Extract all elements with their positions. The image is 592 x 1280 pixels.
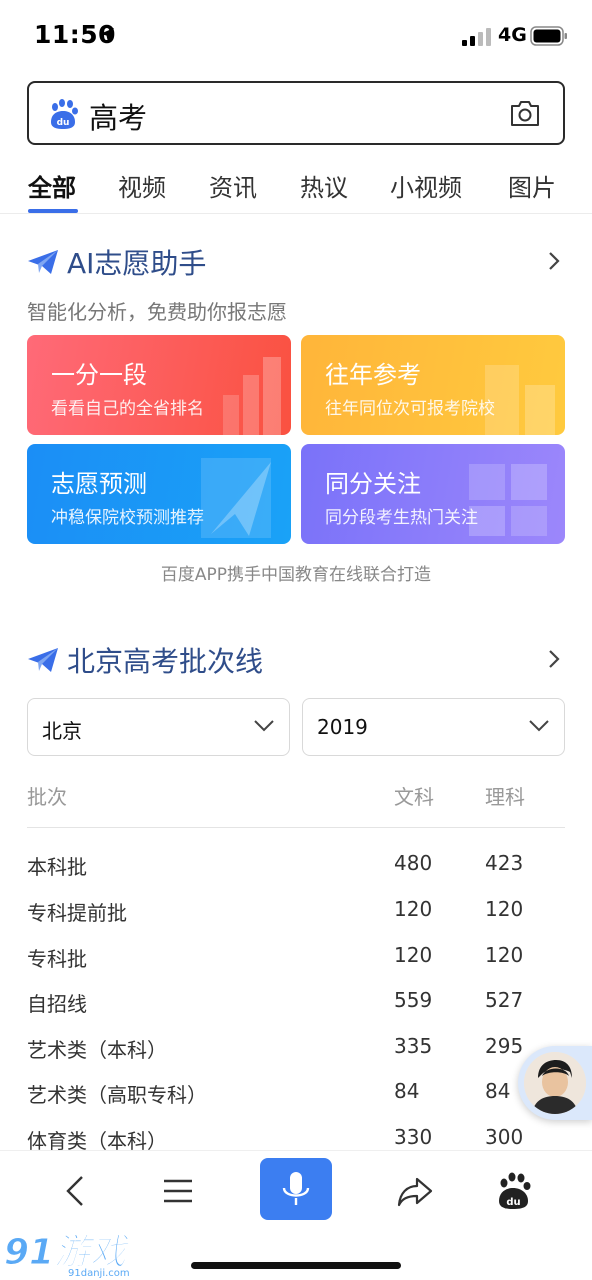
table-row: 艺术类（高职专科） 84 84 — [0, 1079, 592, 1109]
region-select-value: 北京 — [42, 719, 82, 743]
row-batch: 专科提前批 — [27, 901, 127, 925]
card-title: 同分关注 — [325, 470, 421, 498]
chevron-right-icon — [549, 252, 560, 270]
header-like: 理科 — [485, 785, 525, 809]
row-like: 527 — [485, 988, 524, 1012]
search-tabs: 全部 视频 资讯 热议 小视频 图片 — [0, 164, 592, 214]
signal-icon — [462, 28, 491, 46]
region-select[interactable]: 北京 — [27, 698, 290, 756]
credit-text: 百度APP携手中国教育在线联合打造 — [160, 565, 432, 585]
svg-text:du: du — [57, 118, 70, 128]
card-subtitle: 往年同位次可报考院校 — [325, 399, 495, 419]
paper-plane-icon — [28, 250, 58, 274]
row-like: 300 — [485, 1125, 524, 1149]
batch-lines-title: 北京高考批次线 — [67, 645, 264, 678]
row-batch: 艺术类（高职专科） — [27, 1083, 207, 1107]
location-arrow-icon — [100, 28, 114, 42]
table-row: 自招线 559 527 — [0, 988, 592, 1018]
row-like: 120 — [485, 897, 524, 921]
row-batch: 本科批 — [27, 855, 87, 879]
avatar — [524, 1052, 586, 1114]
row-like: 84 — [485, 1079, 511, 1103]
grid-icon — [469, 464, 547, 536]
card-score-rank[interactable]: 一分一段 看看自己的全省排名 — [27, 335, 291, 435]
header-wenke: 文科 — [394, 785, 434, 809]
bar-chart-icon — [223, 357, 281, 435]
row-like: 423 — [485, 851, 524, 875]
search-box[interactable]: du 高考 — [27, 81, 565, 145]
table-header: 批次 文科 理科 — [0, 781, 592, 809]
watermark-logo: 91游戏 91danji.com — [4, 1232, 131, 1280]
card-title: 志愿预测 — [51, 470, 147, 498]
home-indicator — [191, 1262, 401, 1269]
card-subtitle: 看看自己的全省排名 — [51, 399, 204, 419]
year-select[interactable]: 2019 — [302, 698, 565, 756]
row-batch: 艺术类（本科） — [27, 1038, 167, 1062]
tab-short-video[interactable]: 小视频 — [390, 168, 462, 203]
tab-news[interactable]: 资讯 — [209, 168, 257, 203]
row-wenke: 559 — [394, 988, 433, 1012]
table-row: 本科批 480 423 — [0, 851, 592, 881]
assistant-subtitle: 智能化分析，免费助你报志愿 — [27, 300, 287, 324]
batch-lines-header[interactable]: 北京高考批次线 — [27, 640, 567, 680]
tab-discussion[interactable]: 热议 — [300, 168, 348, 203]
baidu-logo-icon: du — [51, 99, 78, 129]
year-select-value: 2019 — [317, 715, 368, 739]
table-row: 专科批 120 120 — [0, 943, 592, 973]
tab-all[interactable]: 全部 — [28, 168, 76, 203]
battery-icon — [530, 26, 567, 46]
tab-images[interactable]: 图片 — [508, 168, 556, 203]
watermark-site: 91danji.com — [68, 1268, 130, 1279]
tab-video[interactable]: 视频 — [118, 168, 166, 203]
card-past-reference[interactable]: 往年参考 往年同位次可报考院校 — [301, 335, 565, 435]
row-batch: 自招线 — [27, 992, 87, 1016]
table-divider — [27, 827, 565, 828]
card-subtitle: 同分段考生热门关注 — [325, 508, 478, 528]
floating-assistant-avatar[interactable] — [518, 1046, 592, 1120]
chevron-down-icon — [529, 720, 549, 732]
status-bar: 11:50 4G — [0, 0, 592, 72]
row-wenke: 330 — [394, 1125, 433, 1149]
row-like: 120 — [485, 943, 524, 967]
assistant-header[interactable]: AI志愿助手 — [27, 242, 567, 282]
row-wenke: 120 — [394, 943, 433, 967]
watermark-brand: 91游戏 — [4, 1232, 130, 1273]
card-subtitle: 冲稳保院校预测推荐 — [51, 508, 204, 528]
row-wenke: 335 — [394, 1034, 433, 1058]
row-wenke: 480 — [394, 851, 433, 875]
header-batch: 批次 — [27, 785, 67, 809]
table-row: 专科提前批 120 120 — [0, 897, 592, 927]
row-wenke: 120 — [394, 897, 433, 921]
search-input[interactable]: 高考 — [89, 95, 147, 137]
paper-plane-icon — [201, 458, 271, 538]
building-icon — [485, 365, 555, 435]
card-same-score[interactable]: 同分关注 同分段考生热门关注 — [301, 444, 565, 544]
card-prediction[interactable]: 志愿预测 冲稳保院校预测推荐 — [27, 444, 291, 544]
card-title: 往年参考 — [325, 361, 421, 389]
row-wenke: 84 — [394, 1079, 420, 1103]
assistant-title: AI志愿助手 — [67, 247, 207, 280]
row-batch: 专科批 — [27, 947, 87, 971]
active-tab-indicator — [28, 209, 78, 213]
chevron-right-icon — [549, 650, 560, 668]
share-icon[interactable] — [395, 1171, 435, 1211]
chevron-down-icon — [254, 720, 274, 732]
card-title: 一分一段 — [51, 361, 147, 389]
svg-text:du: du — [506, 1197, 520, 1208]
network-type: 4G — [498, 24, 527, 46]
mic-icon — [282, 1172, 310, 1205]
voice-search-button[interactable] — [260, 1158, 332, 1220]
paper-plane-icon — [28, 648, 58, 672]
baidu-paw-icon[interactable]: du — [494, 1171, 534, 1211]
table-row: 艺术类（本科） 335 295 — [0, 1034, 592, 1064]
menu-icon[interactable] — [158, 1171, 198, 1211]
person-icon — [524, 1052, 586, 1114]
camera-icon[interactable] — [509, 98, 541, 128]
row-like: 295 — [485, 1034, 524, 1058]
back-icon[interactable] — [56, 1171, 96, 1211]
